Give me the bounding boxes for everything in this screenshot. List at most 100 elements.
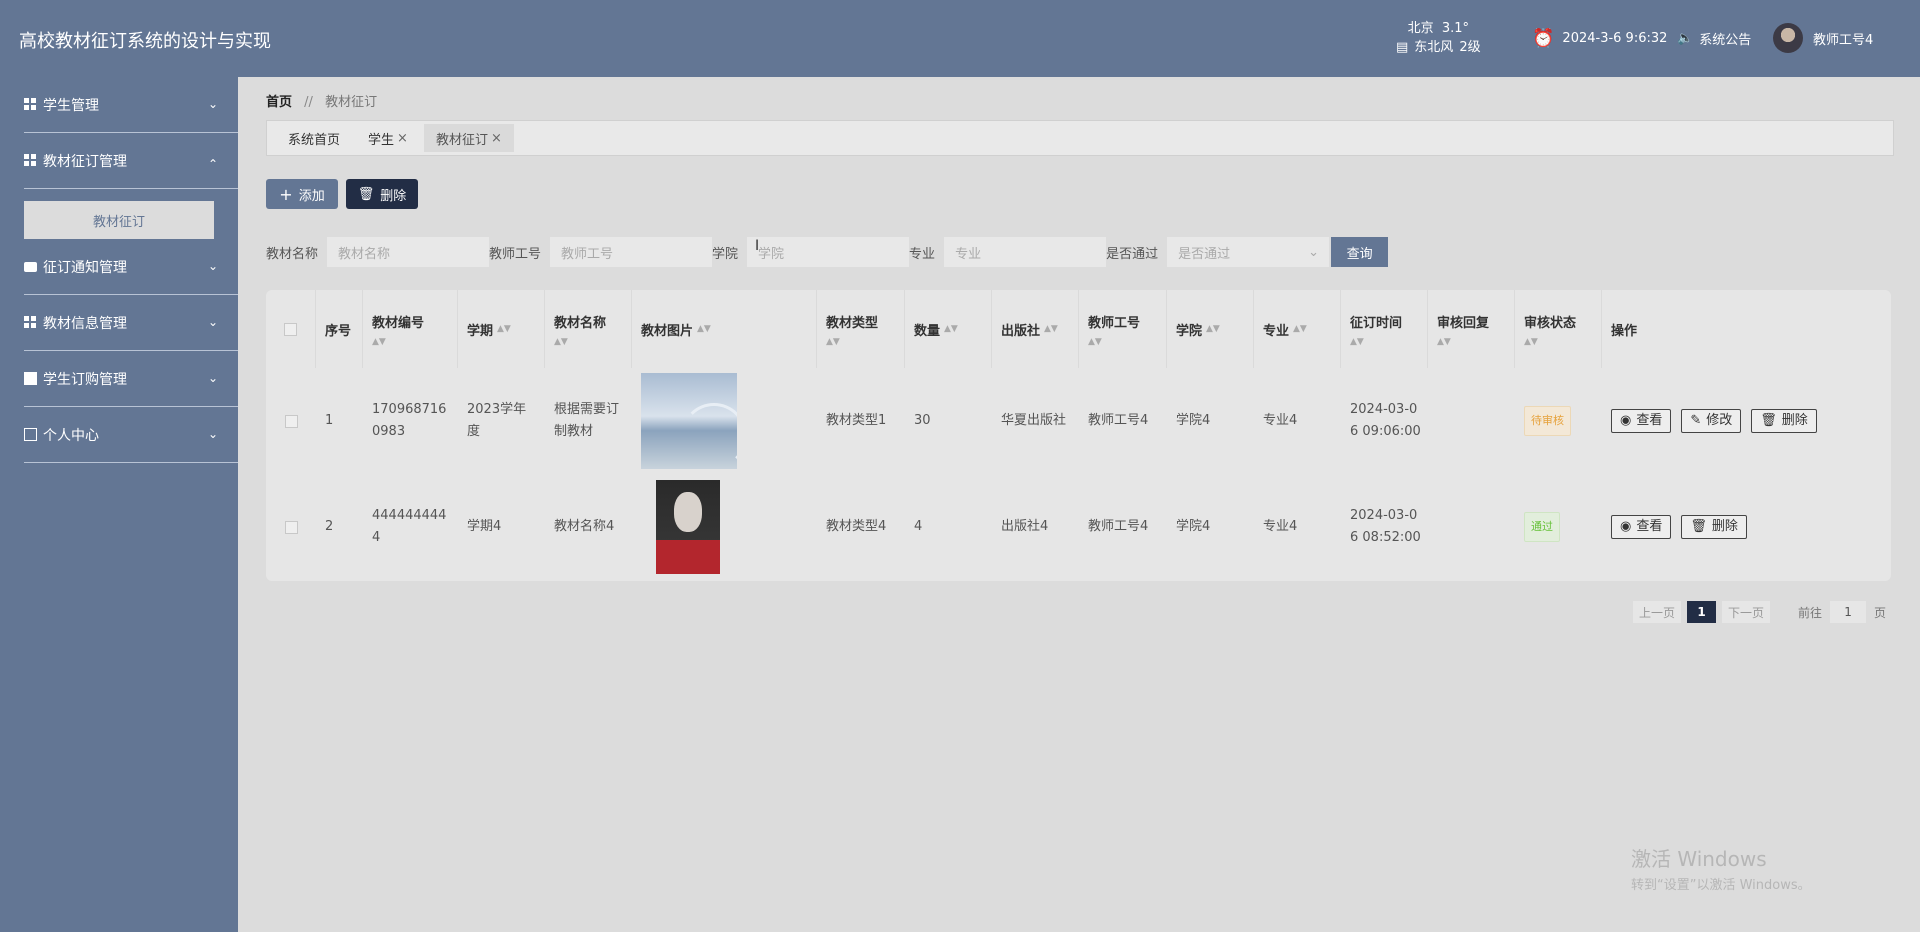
sort-icon[interactable]: ▲▼ — [372, 337, 457, 347]
header-term[interactable]: 学期 ▲▼ — [458, 290, 545, 368]
trash-icon: 🗑 — [357, 186, 375, 202]
sidebar-item-textbook-info[interactable]: 教材信息管理 ⌄ — [24, 295, 238, 351]
sidebar-item-profile[interactable]: 个人中心 ⌄ — [24, 407, 238, 463]
row-checkbox[interactable] — [284, 520, 298, 534]
header-college[interactable]: 学院 ▲▼ — [1167, 290, 1254, 368]
pass-select[interactable]: 是否通过 ⌄ — [1167, 237, 1330, 267]
select-all-checkbox[interactable] — [284, 322, 297, 336]
tab-student[interactable]: 学生 × — [356, 124, 420, 152]
header-label: 学期 — [467, 323, 494, 339]
sidebar-item-textbook-order[interactable]: 教材征订管理 ⌃ — [24, 133, 238, 189]
sort-icon[interactable]: ▲▼ — [1206, 324, 1220, 334]
header-label: 教材名称 — [554, 315, 607, 331]
cell-text: 制教材 — [554, 424, 594, 439]
college-label: 学院 — [712, 246, 739, 262]
eye-icon: ◉ — [1620, 413, 1632, 428]
header-actions: 操作 — [1602, 290, 1891, 368]
cell-text: 170968716 — [372, 402, 447, 417]
weather-wind: 东北风 — [1414, 40, 1454, 55]
add-button[interactable]: + 添加 — [266, 179, 338, 209]
next-page-button[interactable]: 下一页 — [1722, 601, 1771, 623]
book-name-input[interactable]: 教材名称 — [327, 237, 490, 267]
textbook-image[interactable] — [656, 480, 720, 574]
sort-icon[interactable]: ▲▼ — [1293, 324, 1307, 334]
teacher-id-input[interactable]: 教师工号 — [550, 237, 713, 267]
college-input[interactable]: 学院 — [747, 237, 910, 267]
breadcrumb-home[interactable]: 首页 — [266, 95, 292, 110]
sort-icon[interactable]: ▲▼ — [554, 337, 631, 347]
prev-page-button[interactable]: 上一页 — [1633, 601, 1682, 623]
sidebar-item-order-notice[interactable]: 征订通知管理 ⌄ — [24, 239, 238, 295]
delete-button[interactable]: 🗑 删除 — [346, 179, 418, 209]
breadcrumb-separator: // — [304, 95, 313, 110]
teacher-id-label: 教师工号 — [489, 246, 542, 262]
view-button[interactable]: ◉ 查看 — [1611, 409, 1672, 433]
sort-icon[interactable]: ▲▼ — [1088, 337, 1166, 347]
sort-icon[interactable]: ▲▼ — [497, 324, 511, 334]
sort-icon[interactable]: ▲▼ — [1350, 337, 1427, 347]
windows-activation-watermark: 激活 Windows 转到“设置”以激活 Windows。 — [1631, 843, 1811, 893]
header-order-time[interactable]: 征订时间 ▲▼ — [1341, 290, 1428, 368]
sort-icon[interactable]: ▲▼ — [1044, 324, 1058, 334]
header-type[interactable]: 教材类型 ▲▼ — [817, 290, 905, 368]
book-name-label: 教材名称 — [266, 246, 319, 262]
edit-button[interactable]: ✎ 修改 — [1681, 409, 1742, 433]
sort-icon[interactable]: ▲▼ — [697, 324, 711, 334]
placeholder: 教师工号 — [561, 246, 614, 262]
header-image[interactable]: 教材图片 ▲▼ — [632, 290, 817, 368]
delete-button-label: 删除 — [1711, 519, 1738, 534]
header-status[interactable]: 审核状态 ▲▼ — [1515, 290, 1602, 368]
close-icon[interactable]: × — [397, 131, 408, 146]
table-row: 1 170968716 0983 2023学年度 根据需要订 制教材 教材类型1 3… — [266, 368, 1891, 474]
cell-text: 学院4 — [1176, 519, 1211, 534]
tab-textbook-order[interactable]: 教材征订 × — [423, 124, 514, 152]
major-input[interactable]: 专业 — [944, 237, 1107, 267]
add-button-label: 添加 — [298, 188, 325, 204]
sidebar-item-student[interactable]: 学生管理 ⌄ — [24, 77, 238, 133]
breadcrumb: 首页 // 教材征订 — [266, 91, 377, 110]
trash-icon: 🗑 — [1760, 413, 1777, 428]
header-qty[interactable]: 数量 ▲▼ — [905, 290, 992, 368]
query-button[interactable]: 查询 — [1331, 237, 1389, 267]
sidebar-subitem-textbook-order[interactable]: 教材征订 — [24, 201, 214, 239]
header-major[interactable]: 专业 ▲▼ — [1254, 290, 1341, 368]
row-checkbox[interactable] — [284, 414, 298, 428]
placeholder: 是否通过 — [1178, 246, 1231, 262]
sort-icon[interactable]: ▲▼ — [1524, 337, 1601, 347]
clock: ⏰ 2024-3-6 9:6:32 — [1532, 28, 1667, 49]
page-jump-input[interactable]: 1 — [1830, 601, 1867, 623]
user-menu[interactable]: 教师工号4 — [1773, 23, 1873, 53]
delete-row-button[interactable]: 🗑 删除 — [1681, 515, 1747, 539]
cell-order-time: 2024-03-0 6 08:52:00 — [1341, 474, 1428, 580]
view-button[interactable]: ◉ 查看 — [1611, 515, 1672, 539]
cell-text: 教材类型4 — [826, 519, 887, 534]
textbook-image[interactable] — [641, 373, 737, 469]
cell-index: 2 — [316, 474, 363, 580]
cell-code: 170968716 0983 — [363, 368, 458, 474]
header-label: 审核状态 — [1524, 315, 1577, 331]
status-badge: 通过 — [1524, 512, 1560, 542]
delete-row-button[interactable]: 🗑 删除 — [1751, 409, 1817, 433]
sort-icon[interactable]: ▲▼ — [1437, 337, 1514, 347]
cell-qty: 30 — [905, 368, 992, 474]
sidebar-subitem-label: 教材征订 — [92, 214, 145, 230]
header-reply[interactable]: 审核回复 ▲▼ — [1428, 290, 1515, 368]
search-bar: 教材名称 教材名称 教师工号 教师工号 学院 学院 专业 专业 是否通过 是否通… — [266, 237, 1389, 267]
page-number-current[interactable]: 1 — [1687, 601, 1717, 623]
header-name[interactable]: 教材名称 ▲▼ — [545, 290, 632, 368]
sidebar-item-student-purchase[interactable]: 学生订购管理 ⌄ — [24, 351, 238, 407]
notice-link[interactable]: 🔈 系统公告 — [1677, 29, 1751, 48]
placeholder: 专业 — [955, 246, 982, 262]
sort-icon[interactable]: ▲▼ — [944, 324, 958, 334]
header-code[interactable]: 教材编号 ▲▼ — [363, 290, 458, 368]
tab-home[interactable]: 系统首页 — [276, 124, 352, 152]
header-teacher[interactable]: 教师工号 ▲▼ — [1079, 290, 1167, 368]
trash-icon: 🗑 — [1690, 519, 1707, 534]
sort-icon[interactable]: ▲▼ — [826, 337, 904, 347]
header-label: 审核回复 — [1437, 315, 1490, 331]
chevron-up-icon: ⌃ — [207, 157, 218, 171]
watermark-line2: 转到“设置”以激活 Windows。 — [1631, 878, 1811, 893]
header-publisher[interactable]: 出版社 ▲▼ — [992, 290, 1079, 368]
cell-image — [632, 368, 817, 474]
close-icon[interactable]: × — [491, 131, 502, 146]
